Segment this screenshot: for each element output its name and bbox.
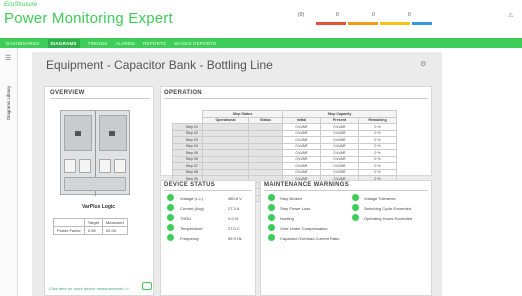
nav-diagrams[interactable]: DIAGRAMS <box>47 38 80 48</box>
status-label: Voltage (L-L) <box>180 196 203 201</box>
nav-dashboards[interactable]: DASHBOARDS <box>6 41 40 46</box>
device-icon[interactable] <box>142 282 152 290</box>
pf-label: Power Factor <box>53 226 85 235</box>
status-label: Frequency <box>180 236 199 241</box>
warning-indicator <box>352 204 359 211</box>
divider <box>164 98 428 99</box>
maintenance-title: MAINTENANCE WARNINGS <box>264 182 349 188</box>
alarm-bar-low <box>380 22 410 25</box>
warning-indicator <box>268 224 275 231</box>
library-icon[interactable]: ☰ <box>5 54 11 62</box>
status-indicator <box>167 214 174 221</box>
nav-alarms[interactable]: ALARMS <box>115 41 135 46</box>
alarm-bar-info <box>412 22 432 25</box>
warning-label: Hunting <box>280 216 294 221</box>
warning-indicator <box>352 214 359 221</box>
overview-title: OVERVIEW <box>50 90 85 96</box>
status-label: Temperature <box>180 226 203 231</box>
cabinet-handle <box>75 131 81 136</box>
power-factor-table: Target Measured Power Factor 0.98 00.00 <box>53 218 128 235</box>
more-measurements-link[interactable]: Click here for more device measurements … <box>49 286 129 291</box>
warning-label: Step Power Loss <box>280 206 311 211</box>
cabinet-vent <box>99 159 111 173</box>
warning-label: Over Under Compensation <box>280 226 328 231</box>
status-indicator <box>167 234 174 241</box>
nav-wages-reports[interactable]: WAGES REPORTS <box>174 41 216 46</box>
cabinet-base <box>64 177 126 191</box>
nav-trends[interactable]: TRENDS <box>88 41 108 46</box>
divider <box>264 190 428 191</box>
warning-label: Capacitor Overload Current Ratio <box>280 236 340 241</box>
capacitor-bank-image <box>60 110 130 196</box>
page-title: Equipment - Capacitor Bank - Bottling Li… <box>46 58 273 72</box>
status-value: 0.0 % <box>228 216 239 221</box>
status-value: 480.8 V <box>228 196 242 201</box>
pf-header-blank <box>53 218 85 227</box>
user-icon[interactable]: ⚠ <box>508 12 513 19</box>
pf-header-measured: Measured <box>101 218 128 227</box>
cabinet-vent <box>114 159 126 173</box>
settings-icon[interactable]: ⚙ <box>420 60 426 68</box>
warning-indicator <box>268 194 275 201</box>
status-indicator <box>167 224 174 231</box>
status-value: 27.0 C <box>228 226 240 231</box>
warning-label: Switching Cycle Exceeded <box>364 206 412 211</box>
warning-indicator <box>268 214 275 221</box>
device-status-title: DEVICE STATUS <box>164 182 216 188</box>
alarm-count-total: (0) <box>298 12 305 18</box>
cabinet-vent <box>64 159 76 173</box>
nav-reports[interactable]: REPORTS <box>143 41 166 46</box>
warning-indicator <box>268 204 275 211</box>
main-nav: DASHBOARDS DIAGRAMS TRENDS ALARMS REPORT… <box>0 38 522 48</box>
pf-target: 0.98 <box>83 226 103 235</box>
alarm-count-medium: 0 <box>372 12 375 18</box>
pf-measured: 00.00 <box>101 226 128 235</box>
brand-logo: EcoStruxure <box>4 2 38 8</box>
warning-indicator <box>352 194 359 201</box>
app-header: EcoStruxure Power Monitoring Expert (0) … <box>0 0 522 38</box>
operation-title: OPERATION <box>164 90 202 96</box>
alarm-bar-medium <box>348 22 378 25</box>
app-title: Power Monitoring Expert <box>4 10 173 27</box>
warning-label: Step Broken <box>280 196 303 201</box>
pf-header-target: Target <box>83 218 103 227</box>
warning-label: Operating Hours Exceeded <box>364 216 413 221</box>
diagrams-library-rail[interactable]: ☰ Diagrams Library <box>0 48 18 296</box>
status-indicator <box>167 204 174 211</box>
diagrams-library-label[interactable]: Diagrams Library <box>6 86 11 120</box>
status-label: Current (Avg) <box>180 206 204 211</box>
alarm-bar-high <box>316 22 346 25</box>
device-name: VarPlus Logic <box>82 204 116 210</box>
status-label: THDU <box>180 216 192 221</box>
divider <box>164 190 252 191</box>
alarm-count-high: 0 <box>336 12 339 18</box>
status-value: 59.9 Hz <box>228 236 242 241</box>
warning-indicator <box>268 234 275 241</box>
cabinet-handle <box>109 131 115 136</box>
status-value: 27.3 A <box>228 206 240 211</box>
divider <box>50 98 150 99</box>
status-indicator <box>167 194 174 201</box>
alarm-count-low: 0 <box>408 12 411 18</box>
alarm-summary[interactable]: (0) 0 0 0 <box>286 8 436 25</box>
cabinet-vent <box>79 159 91 173</box>
warning-label: Voltage Tolerance <box>364 196 396 201</box>
